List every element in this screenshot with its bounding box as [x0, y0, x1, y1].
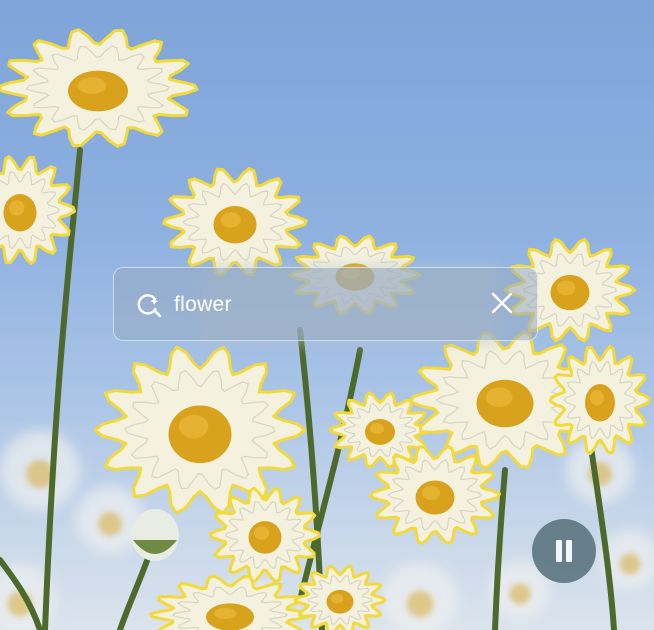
- flower-highlight[interactable]: [149, 574, 311, 630]
- clear-search-button[interactable]: [485, 288, 519, 322]
- visual-search-bar[interactable]: flower: [113, 267, 538, 341]
- close-icon: [491, 292, 513, 319]
- flower-highlight[interactable]: [0, 28, 199, 148]
- flower-highlight[interactable]: [548, 345, 652, 455]
- search-query[interactable]: flower: [174, 291, 232, 319]
- search-icon: [136, 292, 162, 318]
- pause-button[interactable]: [532, 519, 596, 583]
- flower-highlight[interactable]: [162, 167, 308, 277]
- flower-highlight[interactable]: [0, 155, 76, 265]
- pause-icon: [554, 540, 574, 562]
- photo-view: flower: [0, 0, 654, 630]
